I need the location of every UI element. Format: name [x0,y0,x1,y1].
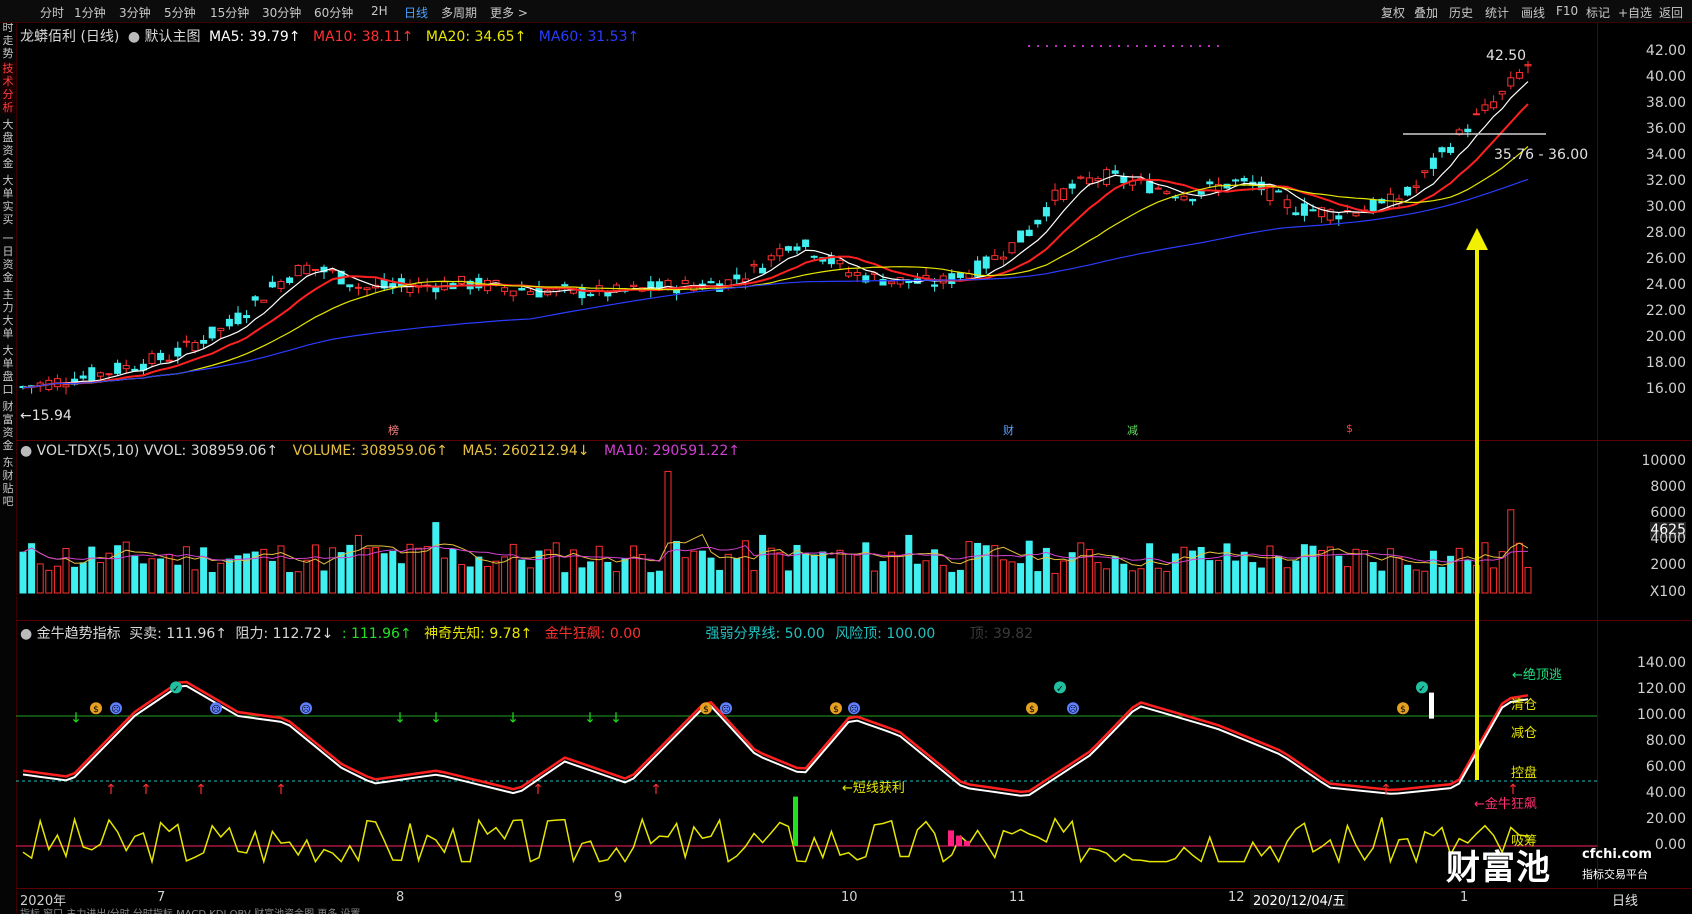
signal-arrow-head [1466,228,1488,250]
signal-arrow-overlay [1466,228,1488,780]
